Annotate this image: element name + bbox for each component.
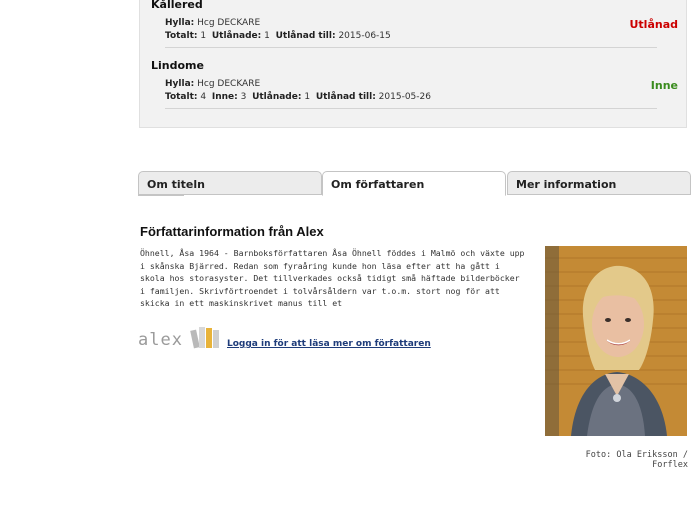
divider [165,108,657,109]
alex-logo-text: alex [138,330,183,350]
count-line: Totalt: 4 Inne: 3 Utlånade: 1 Utlånad ti… [165,92,431,102]
branch-name: Kållered [151,0,203,11]
author-bio: Öhnell, Åsa 1964 - Barnboksförfattaren Å… [140,248,525,308]
branch-name: Lindome [151,59,204,72]
login-link[interactable]: Logga in för att läsa mer om författaren [227,339,431,349]
books-icon [190,327,219,349]
alex-logo: alex [138,324,224,352]
count-line: Totalt: 1 Utlånade: 1 Utlånad till: 2015… [165,31,391,41]
photo-credit: Foto: Ola Eriksson / Forflex [585,450,688,470]
shelf-line: Hylla: Hcg DECKARE [165,79,261,89]
availability-panel: Kållered Hylla: Hcg DECKARE Totalt: 1 Ut… [139,0,687,128]
tab-om-forfattaren[interactable]: Om författaren [322,171,506,196]
tab-underline [138,195,184,196]
author-photo [545,246,687,436]
section-title: Författarinformation från Alex [140,224,324,239]
status-badge: Inne [650,79,678,92]
status-badge: Utlånad [629,18,678,31]
tab-mer-information[interactable]: Mer information [507,171,691,195]
shelf-line: Hylla: Hcg DECKARE [165,18,261,28]
divider [165,47,657,48]
tab-bar: Om titeln Mer information Om författaren [138,171,691,196]
tab-om-titeln[interactable]: Om titeln [138,171,322,195]
